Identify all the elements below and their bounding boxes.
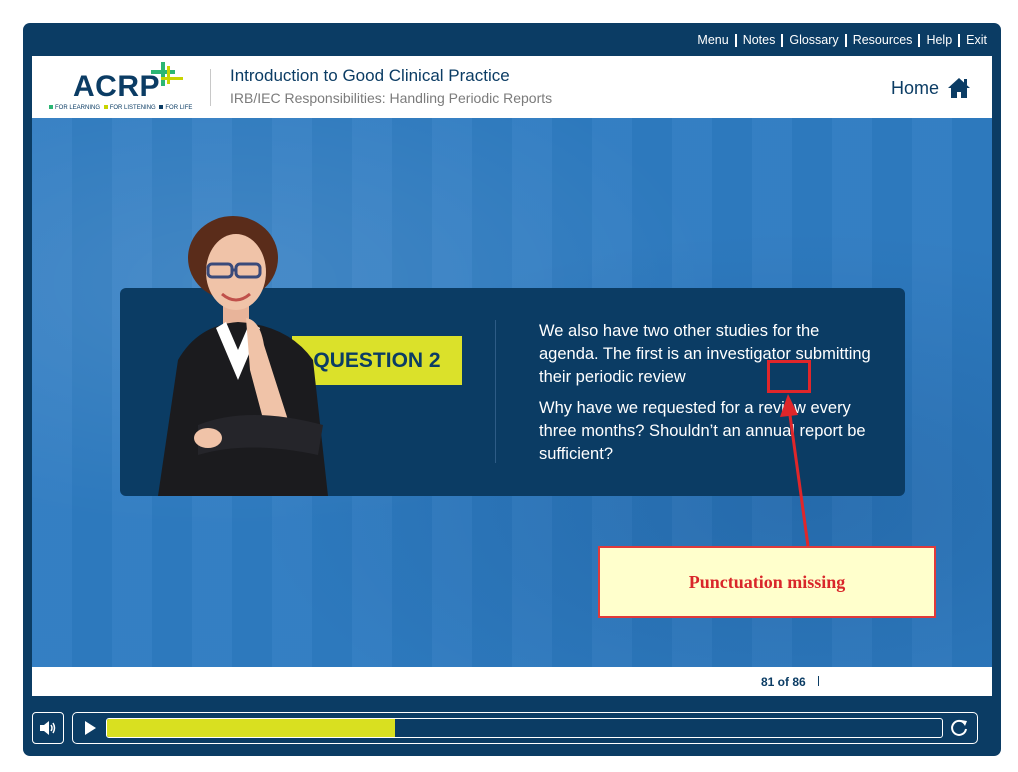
course-header: ACRP FOR LEARNING FOR LISTENING FOR LIFE… (32, 56, 992, 118)
progress-bar[interactable] (106, 718, 943, 738)
player-controls (32, 712, 980, 744)
presenter-portrait (158, 216, 328, 496)
media-player-bar (72, 712, 978, 744)
nav-separator (844, 33, 847, 47)
nav-separator (781, 33, 784, 47)
acrp-logo: ACRP FOR LEARNING FOR LISTENING FOR LIFE (47, 62, 197, 114)
annotation-callout: Punctuation missing (598, 546, 936, 618)
course-title: Introduction to Good Clinical Practice (230, 66, 510, 85)
question-paragraph-1: We also have two other studies for the a… (539, 322, 871, 386)
nav-help-link[interactable]: Help (926, 33, 952, 47)
nav-separator (734, 33, 737, 47)
nav-exit-link[interactable]: Exit (966, 33, 987, 47)
course-player-frame: Menu Notes Glossary Resources Help Exit … (23, 23, 1001, 756)
header-divider (210, 69, 211, 106)
nav-separator (918, 33, 921, 47)
course-subtitle: IRB/IEC Responsibilities: Handling Perio… (230, 90, 553, 106)
question-paragraph-2: Why have we requested for a review every… (539, 399, 866, 463)
callout-text: Punctuation missing (688, 571, 846, 592)
progress-fill (107, 719, 396, 737)
volume-icon (40, 721, 56, 735)
top-navigation: Menu Notes Glossary Resources Help Exit (697, 31, 987, 49)
play-icon[interactable] (83, 720, 97, 736)
nav-separator (958, 33, 961, 47)
home-label: Home (890, 77, 939, 98)
logo-tagline: FOR LEARNING FOR LISTENING FOR LIFE (49, 105, 192, 111)
volume-button[interactable] (32, 712, 64, 744)
logo-cross-icon (151, 62, 183, 86)
nav-glossary-link[interactable]: Glossary (789, 33, 838, 47)
nav-notes-link[interactable]: Notes (743, 33, 776, 47)
nav-menu-link[interactable]: Menu (697, 33, 728, 47)
page-counter-separator (818, 676, 819, 686)
nav-resources-link[interactable]: Resources (853, 33, 913, 47)
home-icon (948, 78, 970, 98)
home-button[interactable]: Home (891, 77, 971, 99)
page-counter: 81 of 86 (761, 675, 806, 689)
error-highlight-box (767, 360, 811, 393)
slide-footer: 81 of 86 (32, 667, 992, 696)
replay-icon[interactable] (949, 718, 969, 738)
slide-stage: QUESTION 2 We also have two other studie… (32, 118, 992, 667)
panel-divider (495, 320, 496, 463)
question-text: We also have two other studies for the a… (539, 320, 879, 474)
logo-wordmark: ACRP (73, 70, 161, 103)
